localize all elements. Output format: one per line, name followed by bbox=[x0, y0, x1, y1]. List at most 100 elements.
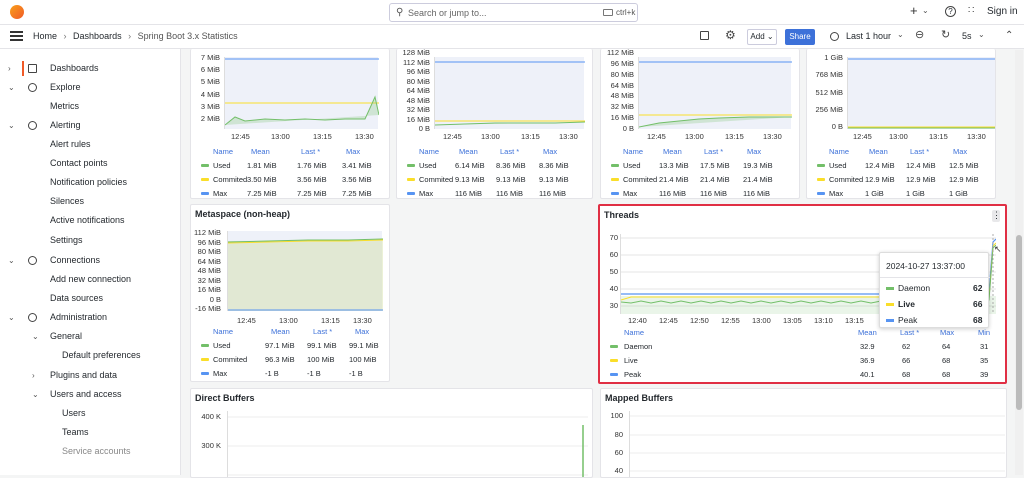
legend-series-name[interactable]: Max bbox=[419, 189, 433, 198]
refresh-interval[interactable]: 5s bbox=[962, 31, 972, 41]
sidebar-item-general[interactable]: ⌄ General bbox=[0, 327, 180, 346]
sidebar-item-teams[interactable]: Teams bbox=[0, 423, 180, 442]
scrollbar[interactable] bbox=[1015, 50, 1023, 475]
sidebar-item-users[interactable]: Users bbox=[0, 404, 180, 423]
legend-header-mean[interactable]: Mean bbox=[459, 147, 478, 156]
legend-header-max[interactable]: Max bbox=[543, 147, 557, 156]
legend-header-min[interactable]: Min bbox=[978, 328, 990, 337]
legend-series-name[interactable]: Max bbox=[623, 189, 637, 198]
legend-series-name[interactable]: Used bbox=[623, 161, 641, 170]
sidebar-item-alert-rules[interactable]: Alert rules bbox=[0, 135, 180, 154]
legend-series-name[interactable]: Commited bbox=[213, 355, 247, 364]
panel-heap-2[interactable]: 128 MiB 112 MiB 96 MiB 80 MiB 64 MiB 48 MiB 32… bbox=[396, 49, 593, 199]
legend-series-name[interactable]: Live bbox=[624, 356, 638, 365]
panel-mapped-buffers[interactable]: Mapped Buffers 100 80 60 40 bbox=[600, 388, 1007, 478]
refresh-icon[interactable]: ↻ bbox=[941, 28, 950, 41]
legend-header-max[interactable]: Max bbox=[953, 147, 967, 156]
legend-header-name[interactable]: Name bbox=[213, 327, 233, 336]
legend-header-mean[interactable]: Mean bbox=[251, 147, 270, 156]
sidebar-item-explore[interactable]: ⌄ Explore bbox=[0, 78, 180, 97]
search-bar[interactable]: ⚲ Search or jump to... ctrl+k bbox=[389, 3, 638, 22]
plot-area[interactable] bbox=[434, 57, 585, 129]
panel-heap-1[interactable]: 7 MiB 6 MiB 5 MiB 4 MiB 3 MiB 2 MiB 12:45 13:00… bbox=[190, 49, 390, 199]
legend-series-name[interactable]: Max bbox=[213, 189, 227, 198]
legend-series-name[interactable]: Commited bbox=[829, 175, 863, 184]
legend-header-name[interactable]: Name bbox=[829, 147, 849, 156]
sidebar-item-plugins-and-data[interactable]: › Plugins and data bbox=[0, 366, 180, 385]
plot-area[interactable] bbox=[638, 57, 792, 129]
sidebar-item-service-accounts[interactable]: Service accounts bbox=[0, 442, 180, 461]
panel-menu-icon[interactable]: ⋮ bbox=[992, 210, 1001, 222]
time-range-picker[interactable]: Last 1 hour bbox=[846, 31, 891, 41]
sidebar-item-metrics[interactable]: Metrics bbox=[0, 97, 180, 116]
plot-area[interactable] bbox=[227, 231, 383, 311]
legend-header-name[interactable]: Name bbox=[213, 147, 233, 156]
legend-series-name[interactable]: Daemon bbox=[624, 342, 652, 351]
panel-threads[interactable]: Threads ⋮ 70 60 50 40 30 12:40 12:45 12:50 12:55… bbox=[598, 204, 1007, 384]
legend-header-name[interactable]: Name bbox=[419, 147, 439, 156]
scrollbar-thumb[interactable] bbox=[1016, 235, 1022, 410]
grafana-logo-icon[interactable] bbox=[10, 5, 24, 19]
legend-series-name[interactable]: Max bbox=[829, 189, 843, 198]
chevron-icon[interactable]: ⌄ bbox=[32, 385, 39, 404]
legend-header-max[interactable]: Max bbox=[747, 147, 761, 156]
sidebar-item-silences[interactable]: Silences bbox=[0, 192, 180, 211]
settings-gear-icon[interactable]: ⚙ bbox=[725, 28, 736, 42]
legend-header-max[interactable]: Max bbox=[355, 327, 369, 336]
sidebar-item-alerting[interactable]: ⌄ Alerting bbox=[0, 116, 180, 135]
sidebar-item-contact-points[interactable]: Contact points bbox=[0, 154, 180, 173]
legend-header-last[interactable]: Last * bbox=[301, 147, 320, 156]
legend-series-name[interactable]: Commited bbox=[419, 175, 453, 184]
panel-heap-3[interactable]: 112 MiB 96 MiB 80 MiB 64 MiB 48 MiB 32 MiB 16 … bbox=[600, 49, 800, 199]
legend-header-name[interactable]: Name bbox=[623, 147, 643, 156]
chevron-icon[interactable]: ⌄ bbox=[32, 327, 39, 346]
help-icon[interactable]: ? bbox=[945, 6, 956, 17]
collapse-up-icon[interactable]: ⌃ bbox=[1005, 30, 1013, 41]
legend-series-name[interactable]: Used bbox=[213, 161, 231, 170]
panel-metaspace[interactable]: Metaspace (non-heap) 112 MiB 96 MiB 80 MiB… bbox=[190, 204, 390, 382]
plot-area[interactable] bbox=[224, 57, 379, 129]
sidebar-item-settings[interactable]: Settings bbox=[0, 231, 180, 250]
legend-header-mean[interactable]: Mean bbox=[271, 327, 290, 336]
add-button[interactable]: Add ⌄ bbox=[747, 29, 777, 45]
legend-series-name[interactable]: Used bbox=[419, 161, 437, 170]
legend-series-name[interactable]: Max bbox=[213, 369, 227, 378]
legend-series-name[interactable]: Commited bbox=[213, 175, 247, 184]
legend-header-max[interactable]: Max bbox=[940, 328, 954, 337]
legend-header-max[interactable]: Max bbox=[346, 147, 360, 156]
sidebar-item-active-notifications[interactable]: Active notifications bbox=[0, 211, 180, 230]
chevron-icon[interactable]: › bbox=[8, 59, 11, 78]
legend-series-name[interactable]: Used bbox=[213, 341, 231, 350]
chevron-icon[interactable]: ⌄ bbox=[8, 116, 15, 135]
legend-series-name[interactable]: Peak bbox=[624, 370, 641, 379]
breadcrumb-home[interactable]: Home bbox=[33, 31, 57, 41]
menu-hamburger-icon[interactable] bbox=[10, 31, 23, 41]
chevron-icon[interactable]: ⌄ bbox=[8, 251, 15, 270]
plot-area[interactable] bbox=[629, 411, 1005, 477]
legend-header-name[interactable]: Name bbox=[624, 328, 644, 337]
legend-header-last[interactable]: Last * bbox=[910, 147, 929, 156]
plot-area[interactable] bbox=[847, 57, 995, 129]
legend-header-last[interactable]: Last * bbox=[500, 147, 519, 156]
sidebar-item-administration[interactable]: ⌄ Administration bbox=[0, 308, 180, 327]
sidebar-item-notification-policies[interactable]: Notification policies bbox=[0, 173, 180, 192]
legend-header-mean[interactable]: Mean bbox=[858, 328, 877, 337]
zoom-out-icon[interactable]: ⊖ bbox=[915, 28, 924, 41]
sidebar-item-connections[interactable]: ⌄ Connections bbox=[0, 251, 180, 270]
sidebar-item-users-and-access[interactable]: ⌄ Users and access bbox=[0, 385, 180, 404]
legend-header-mean[interactable]: Mean bbox=[663, 147, 682, 156]
plot-area[interactable] bbox=[227, 411, 588, 477]
legend-header-last[interactable]: Last * bbox=[704, 147, 723, 156]
sign-in-link[interactable]: Sign in bbox=[987, 6, 1018, 17]
new-plus-button[interactable]: + bbox=[910, 3, 918, 18]
legend-header-last[interactable]: Last * bbox=[313, 327, 332, 336]
panel-direct-buffers[interactable]: Direct Buffers 400 K 300 K bbox=[190, 388, 593, 478]
breadcrumb-dashboards[interactable]: Dashboards bbox=[73, 31, 122, 41]
chevron-icon[interactable]: › bbox=[32, 366, 35, 385]
sidebar-item-dashboards[interactable]: › Dashboards bbox=[0, 59, 180, 78]
sidebar-item-add-new-connection[interactable]: Add new connection bbox=[0, 270, 180, 289]
save-icon[interactable] bbox=[700, 31, 709, 40]
legend-series-name[interactable]: Commited bbox=[623, 175, 657, 184]
chevron-icon[interactable]: ⌄ bbox=[8, 78, 15, 97]
share-button[interactable]: Share bbox=[785, 29, 815, 45]
